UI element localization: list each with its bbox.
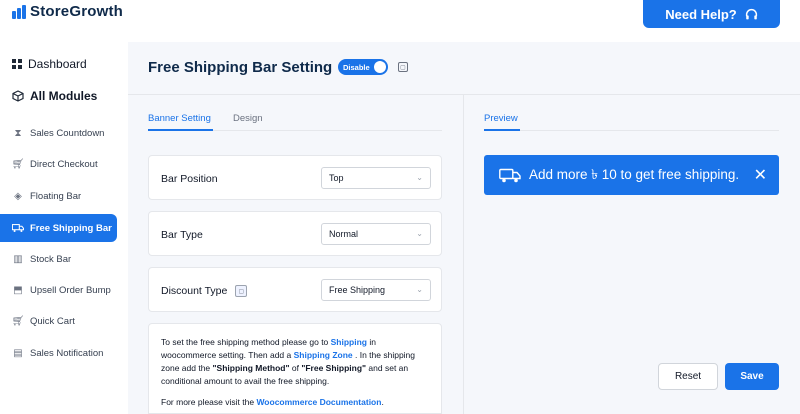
- sidebar-item-stock-bar[interactable]: ▥ Stock Bar: [0, 245, 117, 273]
- sidebar: Dashboard All Modules ⧗ Sales Countdown …: [0, 42, 128, 414]
- sidebar-item-label: Quick Cart: [30, 315, 75, 327]
- woocommerce-docs-link[interactable]: Woocommerce Documentation: [256, 397, 381, 407]
- brand-name: StoreGrowth: [30, 3, 124, 20]
- bar-chart-icon: ▥: [13, 253, 23, 265]
- reset-button[interactable]: Reset: [658, 363, 718, 390]
- brand-logo[interactable]: StoreGrowth: [12, 3, 123, 20]
- select-value: Normal: [329, 229, 359, 239]
- preview-tab-indicator: [484, 129, 520, 131]
- tab-banner-setting[interactable]: Banner Setting: [148, 113, 211, 124]
- storegrowth-logo-icon: [12, 4, 26, 19]
- sidebar-item-label: Sales Countdown: [30, 127, 105, 139]
- select-value: Free Shipping: [329, 285, 386, 295]
- disable-toggle[interactable]: Disable: [338, 59, 388, 75]
- sidebar-item-label: Upsell Order Bump: [30, 284, 111, 296]
- header-divider: [128, 94, 800, 95]
- info-icon[interactable]: ▢: [235, 285, 248, 297]
- sidebar-item-label: Stock Bar: [30, 253, 72, 265]
- page-title: Free Shipping Bar Setting: [148, 59, 333, 76]
- tab-design[interactable]: Design: [233, 113, 263, 124]
- save-button[interactable]: Save: [725, 363, 779, 390]
- dashboard-grid-icon: [12, 59, 22, 69]
- shipping-link[interactable]: Shipping: [331, 337, 367, 347]
- cube-icon: [12, 90, 24, 102]
- truck-icon: [12, 224, 24, 233]
- select-value: Top: [329, 173, 344, 183]
- panel-divider: [463, 94, 464, 414]
- sidebar-item-label: Sales Notification: [30, 347, 104, 359]
- hourglass-icon: ⧗: [14, 127, 22, 139]
- chevron-down-icon: ⌄: [416, 229, 423, 238]
- bar-type-card: Bar Type Normal ⌄: [148, 211, 442, 256]
- note-docs-paragraph: For more please visit the Woocommerce Do…: [161, 397, 384, 407]
- sidebar-item-label: Free Shipping Bar: [30, 222, 112, 234]
- sidebar-item-direct-checkout[interactable]: 🛒︎ Direct Checkout: [0, 150, 117, 178]
- chevron-down-icon: ⌄: [416, 285, 423, 294]
- bar-position-card: Bar Position Top ⌄: [148, 155, 442, 200]
- bar-position-select[interactable]: Top ⌄: [321, 167, 431, 189]
- sidebar-item-label: All Modules: [30, 89, 98, 103]
- top-header: StoreGrowth Need Help?: [0, 0, 800, 42]
- active-tab-indicator: [148, 129, 213, 131]
- close-icon[interactable]: ✕: [754, 165, 767, 185]
- chevron-down-icon: ⌄: [416, 173, 423, 182]
- preview-tab-baseline: [484, 130, 779, 131]
- discount-type-label: Discount Type ▢: [161, 285, 248, 297]
- need-help-label: Need Help?: [665, 6, 737, 22]
- sidebar-item-sales-countdown[interactable]: ⧗ Sales Countdown: [0, 119, 117, 147]
- tab-preview[interactable]: Preview: [484, 113, 518, 124]
- sidebar-item-all-modules[interactable]: All Modules: [12, 89, 97, 103]
- note-paragraph: To set the free shipping method please g…: [161, 337, 416, 386]
- notification-icon: ▤: [13, 347, 23, 359]
- bar-position-label: Bar Position: [161, 173, 218, 185]
- headset-icon: [745, 8, 757, 19]
- sidebar-item-label: Direct Checkout: [30, 158, 98, 170]
- sidebar-item-floating-bar[interactable]: ◈ Floating Bar: [0, 182, 117, 210]
- sidebar-item-label: Dashboard: [28, 57, 87, 71]
- free-shipping-truck-icon: [499, 168, 521, 182]
- upsell-icon: ⬒: [13, 284, 23, 296]
- sidebar-item-quick-cart[interactable]: 🛒︎ Quick Cart: [0, 307, 117, 335]
- toggle-label: Disable: [343, 62, 370, 72]
- sidebar-item-dashboard[interactable]: Dashboard: [12, 57, 87, 71]
- banner-text: Add more ৳ 10 to get free shipping.: [529, 166, 740, 182]
- cart-icon: 🛒︎: [11, 315, 25, 327]
- info-icon[interactable]: ▢: [398, 62, 408, 72]
- shipping-bar-preview: Add more ৳ 10 to get free shipping. ✕: [484, 155, 779, 195]
- bar-type-label: Bar Type: [161, 229, 203, 241]
- toggle-knob: [374, 61, 386, 73]
- tag-icon: ◈: [14, 190, 22, 202]
- sidebar-item-label: Floating Bar: [30, 190, 82, 202]
- sidebar-item-free-shipping-bar[interactable]: Free Shipping Bar: [0, 214, 117, 242]
- shipping-zone-link[interactable]: Shipping Zone: [294, 350, 353, 360]
- shipping-info-note: To set the free shipping method please g…: [148, 323, 442, 414]
- discount-type-select[interactable]: Free Shipping ⌄: [321, 279, 431, 301]
- sidebar-item-upsell-order-bump[interactable]: ⬒ Upsell Order Bump: [0, 276, 117, 304]
- discount-type-card: Discount Type ▢ Free Shipping ⌄: [148, 267, 442, 312]
- sidebar-item-sales-notification[interactable]: ▤ Sales Notification: [0, 339, 117, 367]
- cart-icon: 🛒︎: [11, 158, 25, 170]
- need-help-button[interactable]: Need Help?: [643, 0, 780, 28]
- bar-type-select[interactable]: Normal ⌄: [321, 223, 431, 245]
- main-content: Free Shipping Bar Setting Disable ▢ Bann…: [128, 42, 800, 414]
